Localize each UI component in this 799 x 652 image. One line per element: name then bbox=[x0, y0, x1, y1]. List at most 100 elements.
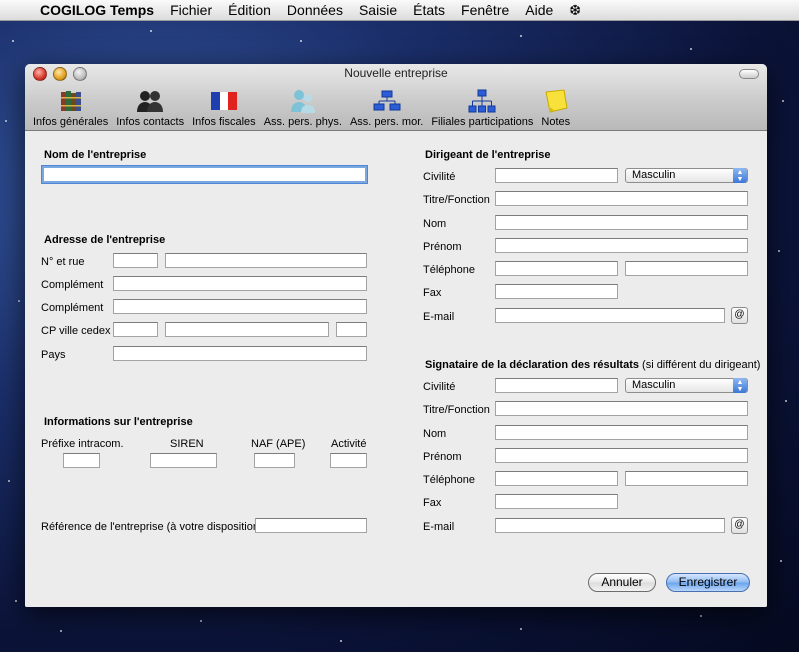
menu-app-name[interactable]: COGILOG Temps bbox=[34, 2, 162, 18]
signatory-phone-input[interactable] bbox=[495, 471, 618, 486]
toolbar-ass-pers-phys[interactable]: Ass. pers. phys. bbox=[260, 88, 346, 128]
country-label: Pays bbox=[41, 349, 66, 361]
company-name-heading: Nom de l'entreprise bbox=[44, 149, 147, 161]
director-email-input[interactable] bbox=[495, 308, 725, 323]
menu-aide[interactable]: Aide bbox=[517, 2, 561, 18]
toolbar-toggle-button[interactable] bbox=[739, 69, 759, 79]
persons-icon bbox=[289, 89, 317, 113]
street-number-input[interactable] bbox=[113, 253, 158, 268]
naf-label: NAF (APE) bbox=[251, 438, 306, 450]
director-fax-label: Fax bbox=[423, 287, 442, 299]
popup-arrows-icon: ▲ ▼ bbox=[733, 378, 747, 393]
cedex-input[interactable] bbox=[336, 322, 367, 337]
director-email-label: E-mail bbox=[423, 311, 455, 323]
nouvelle-entreprise-window: Nouvelle entreprise Infos générales Info… bbox=[25, 64, 767, 607]
director-civility-popup[interactable]: Masculin ▲ ▼ bbox=[625, 168, 748, 183]
hierarchy-icon bbox=[468, 89, 496, 113]
address-heading: Adresse de l'entreprise bbox=[44, 234, 166, 246]
director-name-label: Nom bbox=[423, 218, 447, 230]
window-title: Nouvelle entreprise bbox=[344, 66, 448, 80]
signatory-name-label: Nom bbox=[423, 428, 447, 440]
signatory-email-at-button[interactable]: @ bbox=[731, 517, 748, 534]
menu-fenetre[interactable]: Fenêtre bbox=[453, 2, 517, 18]
director-name-input[interactable] bbox=[495, 215, 748, 230]
signatory-title-input[interactable] bbox=[495, 401, 748, 416]
complement1-input[interactable] bbox=[113, 276, 367, 291]
street-label: N° et rue bbox=[41, 256, 85, 268]
toolbar-label: Filiales participations bbox=[431, 116, 534, 128]
window-toolbar: Infos générales Infos contacts Infos fis… bbox=[29, 88, 574, 128]
postal-code-input[interactable] bbox=[113, 322, 158, 337]
signatory-heading: Signataire de la déclaration des résulta… bbox=[425, 359, 639, 371]
signatory-fax-label: Fax bbox=[423, 497, 442, 509]
activity-input[interactable] bbox=[330, 453, 367, 468]
window-titlebar: Nouvelle entreprise Infos générales Info… bbox=[25, 64, 767, 131]
signatory-email-label: E-mail bbox=[423, 521, 455, 533]
signatory-firstname-input[interactable] bbox=[495, 448, 748, 463]
company-name-input[interactable] bbox=[42, 166, 367, 183]
toolbar-label: Infos fiscales bbox=[192, 116, 256, 128]
prefix-intracom-input[interactable] bbox=[63, 453, 100, 468]
french-flag-icon bbox=[210, 89, 238, 113]
toolbar-label: Infos générales bbox=[33, 116, 109, 128]
signatory-email-input[interactable] bbox=[495, 518, 725, 533]
signatory-note: (si différent du dirigeant) bbox=[642, 359, 761, 371]
siren-input[interactable] bbox=[150, 453, 217, 468]
director-fax-input[interactable] bbox=[495, 284, 618, 299]
country-input[interactable] bbox=[113, 346, 367, 361]
director-civility-value: Masculin bbox=[632, 169, 676, 181]
reference-input[interactable] bbox=[255, 518, 367, 533]
toolbar-infos-generales[interactable]: Infos générales bbox=[29, 88, 112, 128]
cancel-button[interactable]: Annuler bbox=[588, 573, 656, 592]
city-input[interactable] bbox=[165, 322, 329, 337]
toolbar-label: Infos contacts bbox=[116, 116, 185, 128]
menu-etats[interactable]: États bbox=[405, 2, 453, 18]
signatory-phone2-input[interactable] bbox=[625, 471, 748, 486]
director-firstname-label: Prénom bbox=[423, 241, 462, 253]
save-button[interactable]: Enregistrer bbox=[666, 573, 750, 592]
signatory-civility-popup[interactable]: Masculin ▲ ▼ bbox=[625, 378, 748, 393]
signatory-civility-input[interactable] bbox=[495, 378, 618, 393]
people-icon bbox=[136, 89, 164, 113]
director-phone-input[interactable] bbox=[495, 261, 618, 276]
street-name-input[interactable] bbox=[165, 253, 367, 268]
toolbar-label: Ass. pers. mor. bbox=[349, 116, 424, 128]
menu-bar: COGILOG Temps Fichier Édition Données Sa… bbox=[0, 0, 799, 21]
books-icon bbox=[57, 89, 85, 113]
menu-saisie[interactable]: Saisie bbox=[351, 2, 405, 18]
director-firstname-input[interactable] bbox=[495, 238, 748, 253]
director-civility-input[interactable] bbox=[495, 168, 618, 183]
director-heading: Dirigeant de l'entreprise bbox=[425, 149, 551, 161]
toolbar-ass-pers-mor[interactable]: Ass. pers. mor. bbox=[346, 88, 427, 128]
org-chart-icon bbox=[373, 89, 401, 113]
toolbar-notes[interactable]: Notes bbox=[537, 88, 574, 128]
director-civility-label: Civilité bbox=[423, 171, 456, 183]
popup-arrows-icon: ▲ ▼ bbox=[733, 168, 747, 183]
naf-input[interactable] bbox=[254, 453, 295, 468]
menu-edition[interactable]: Édition bbox=[220, 2, 279, 18]
signatory-fax-input[interactable] bbox=[495, 494, 618, 509]
menu-fichier[interactable]: Fichier bbox=[162, 2, 220, 18]
director-title-input[interactable] bbox=[495, 191, 748, 206]
director-phone-label: Téléphone bbox=[423, 264, 475, 276]
sticky-note-icon bbox=[542, 89, 570, 113]
director-email-at-button[interactable]: @ bbox=[731, 307, 748, 324]
signatory-civility-value: Masculin bbox=[632, 379, 676, 391]
signatory-title-label: Titre/Fonction bbox=[423, 404, 490, 416]
director-title-label: Titre/Fonction bbox=[423, 194, 490, 206]
toolbar-infos-fiscales[interactable]: Infos fiscales bbox=[188, 88, 260, 128]
siren-label: SIREN bbox=[170, 438, 204, 450]
signatory-name-input[interactable] bbox=[495, 425, 748, 440]
script-menu-icon[interactable]: ❆ bbox=[561, 2, 589, 19]
toolbar-filiales-participations[interactable]: Filiales participations bbox=[427, 88, 537, 128]
complement2-input[interactable] bbox=[113, 299, 367, 314]
menu-donnees[interactable]: Données bbox=[279, 2, 351, 18]
toolbar-label: Notes bbox=[541, 116, 571, 128]
window-content: Nom de l'entreprise Adresse de l'entrepr… bbox=[25, 131, 767, 607]
toolbar-infos-contacts[interactable]: Infos contacts bbox=[112, 88, 188, 128]
signatory-phone-label: Téléphone bbox=[423, 474, 475, 486]
director-phone2-input[interactable] bbox=[625, 261, 748, 276]
prefix-label: Préfixe intracom. bbox=[41, 438, 124, 450]
activity-label: Activité bbox=[331, 438, 367, 450]
info-heading: Informations sur l'entreprise bbox=[44, 416, 193, 428]
